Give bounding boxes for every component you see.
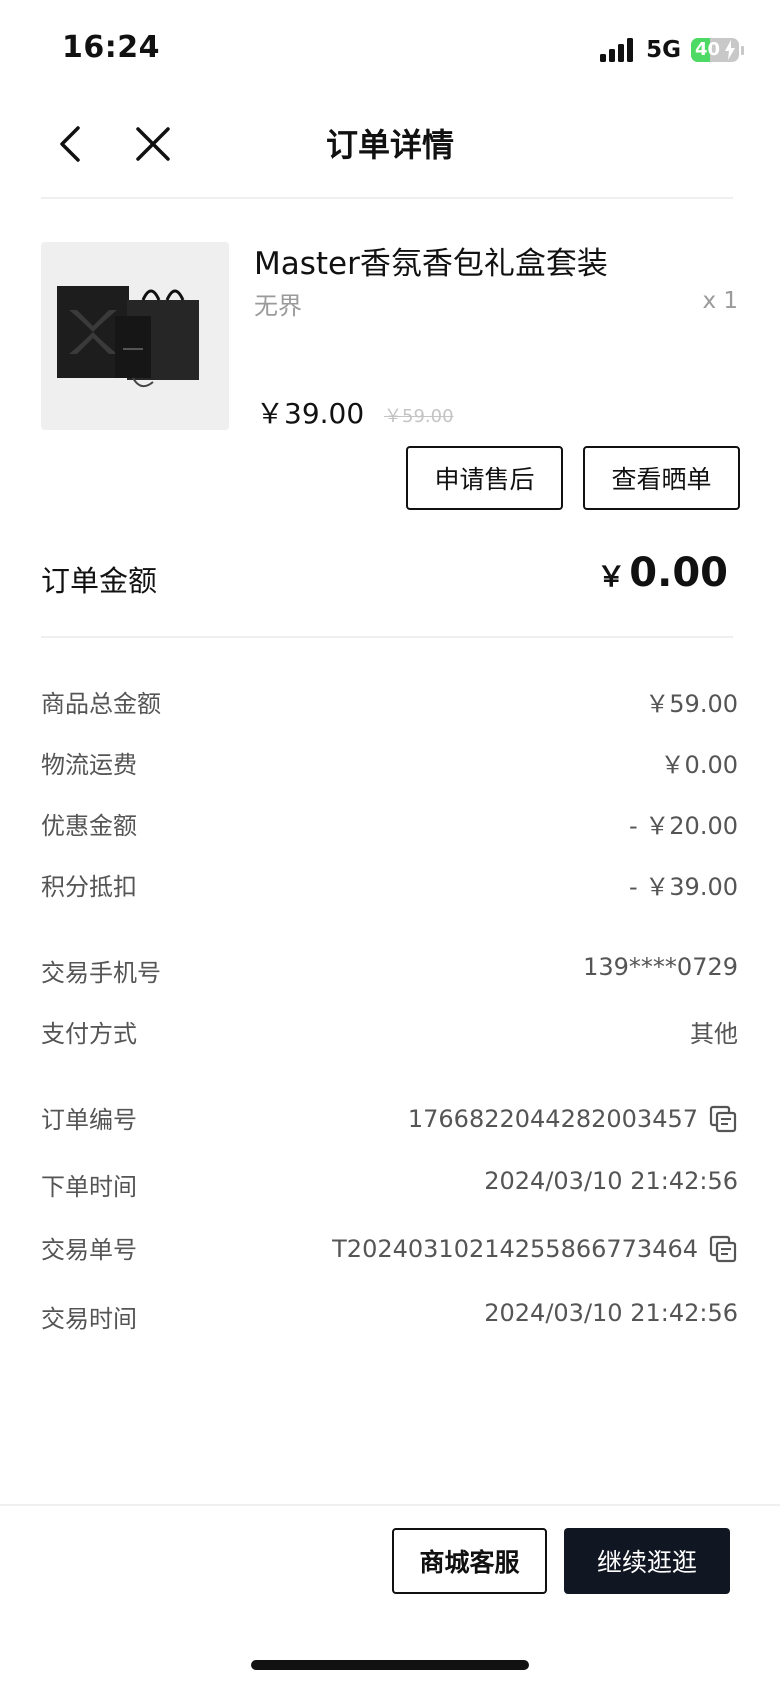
cost-row-subtotal: 商品总金额 ￥59.00 <box>41 684 738 724</box>
customer-service-button[interactable]: 商城客服 <box>392 1528 547 1594</box>
order-amount-value: ￥ 0.00 <box>597 550 728 596</box>
cost-row-discount: 优惠金额 - ￥20.00 <box>41 806 738 846</box>
order-amount-label: 订单金额 <box>41 564 158 598</box>
row-value-text: - ￥39.00 <box>629 873 738 901</box>
continue-shopping-button[interactable]: 继续逛逛 <box>564 1528 730 1594</box>
row-value-text: - ￥20.00 <box>629 812 738 840</box>
row-value: 2024/03/10 21:42:56 <box>484 1167 738 1195</box>
row-label: 订单编号 <box>41 1106 137 1134</box>
product-name[interactable]: Master香氛香包礼盒套装 <box>254 238 608 283</box>
status-time: 16:24 <box>62 30 160 65</box>
row-label: 下单时间 <box>41 1173 137 1201</box>
battery-level: 40 <box>695 39 721 60</box>
battery-cap <box>741 45 744 55</box>
bottom-bar-divider <box>0 1504 780 1506</box>
product-original-price: ￥59.00 <box>384 406 454 427</box>
cost-row-points: 积分抵扣 - ￥39.00 <box>41 867 738 907</box>
row-value: - ￥39.00 <box>629 867 738 902</box>
row-value-text: ￥0.00 <box>660 751 738 779</box>
row-label: 交易手机号 <box>41 959 161 987</box>
row-value-text: 其他 <box>690 1020 738 1048</box>
nav-divider <box>41 197 733 199</box>
order-row-transaction-number: 交易单号 T20240310214255866773464 <box>41 1230 738 1270</box>
row-label: 积分抵扣 <box>41 873 137 901</box>
network-type: 5G <box>646 37 681 63</box>
signal-icon <box>600 38 634 62</box>
row-value: 其他 <box>690 1014 738 1049</box>
after-sale-button[interactable]: 申请售后 <box>406 446 563 510</box>
row-value: ￥0.00 <box>661 745 738 780</box>
battery-icon: 40 <box>691 38 739 62</box>
row-value-text[interactable]: T20240310214255866773464 <box>332 1235 698 1263</box>
row-value-text: 2024/03/10 21:42:56 <box>484 1299 738 1327</box>
row-value: 139****0729 <box>583 953 738 981</box>
order-detail-page: 16:24 5G 40 订单详情 Master香氛香包礼盒套装 无界 x 1 ￥… <box>0 0 780 1688</box>
product-shop: 无界 <box>254 292 302 320</box>
copy-icon[interactable] <box>708 1234 738 1264</box>
row-value-text[interactable]: 1766822044282003457 <box>408 1105 698 1133</box>
row-value: ￥59.00 <box>645 684 738 719</box>
product-price: ￥39.00 <box>256 397 365 430</box>
row-value-text: 139****0729 <box>583 953 738 981</box>
row-value: 2024/03/10 21:42:56 <box>484 1299 738 1327</box>
copy-icon[interactable] <box>708 1104 738 1134</box>
row-value: 1766822044282003457 <box>408 1104 738 1134</box>
payment-row-method: 支付方式 其他 <box>41 1014 738 1054</box>
nav-bar: 订单详情 <box>0 100 780 198</box>
view-review-button[interactable]: 查看晒单 <box>583 446 740 510</box>
section-divider <box>41 636 733 638</box>
order-amount-number: 0.00 <box>629 550 728 596</box>
row-label: 物流运费 <box>41 751 137 779</box>
row-value-text: ￥59.00 <box>645 690 738 718</box>
currency-symbol: ￥ <box>597 560 626 593</box>
row-value: - ￥20.00 <box>629 806 738 841</box>
status-icons: 5G 40 <box>600 36 744 64</box>
row-value: T20240310214255866773464 <box>332 1234 738 1264</box>
product-gift-box-image <box>41 242 229 430</box>
product-image[interactable] <box>41 242 229 430</box>
product-quantity: x 1 <box>702 288 738 314</box>
row-label: 交易时间 <box>41 1305 137 1333</box>
row-value-text: 2024/03/10 21:42:56 <box>484 1167 738 1195</box>
order-row-transaction-time: 交易时间 2024/03/10 21:42:56 <box>41 1299 738 1339</box>
home-indicator[interactable] <box>251 1660 529 1670</box>
payment-row-phone: 交易手机号 139****0729 <box>41 953 738 993</box>
cost-row-shipping: 物流运费 ￥0.00 <box>41 745 738 785</box>
page-title: 订单详情 <box>325 126 454 164</box>
order-row-created-time: 下单时间 2024/03/10 21:42:56 <box>41 1167 738 1207</box>
row-label: 交易单号 <box>41 1236 137 1264</box>
row-label: 优惠金额 <box>41 812 137 840</box>
row-label: 商品总金额 <box>41 690 161 718</box>
order-row-number: 订单编号 1766822044282003457 <box>41 1100 738 1140</box>
status-bar: 16:24 5G 40 <box>0 0 780 100</box>
row-label: 支付方式 <box>41 1020 137 1048</box>
charging-bolt-icon <box>725 40 735 60</box>
